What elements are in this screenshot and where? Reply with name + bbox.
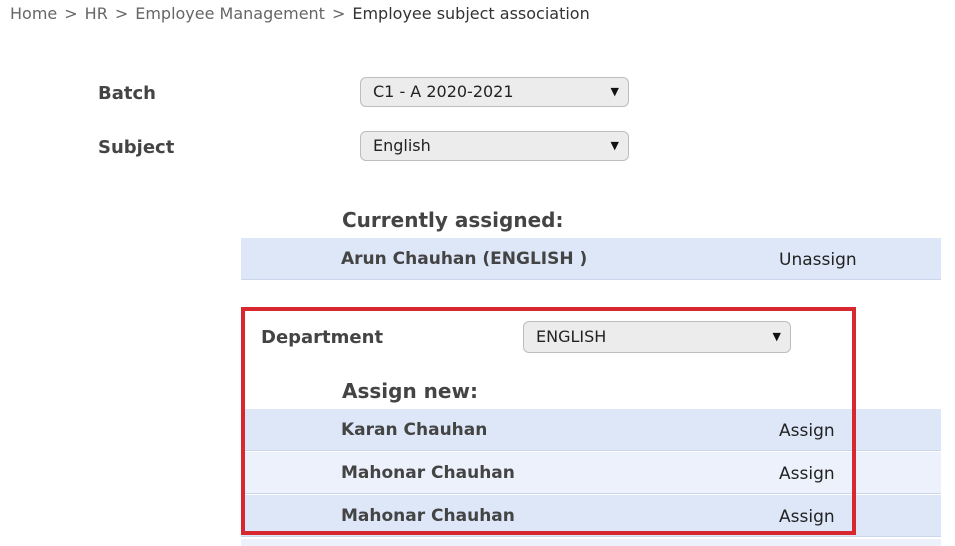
assign-button[interactable]: Assign bbox=[779, 507, 835, 527]
chevron-down-icon: ▼ bbox=[610, 139, 619, 152]
employee-name: Mahonar Chauhan bbox=[341, 463, 515, 483]
chevron-down-icon: ▼ bbox=[610, 85, 619, 98]
assign-button[interactable]: Assign bbox=[779, 464, 835, 484]
subject-select-value: English bbox=[373, 136, 431, 155]
breadcrumb-employee-management[interactable]: Employee Management bbox=[135, 4, 325, 23]
department-select-value: ENGLISH bbox=[536, 327, 607, 346]
department-select[interactable]: ENGLISH ▼ bbox=[523, 321, 791, 353]
breadcrumb-home[interactable]: Home bbox=[10, 4, 57, 23]
table-bottom-strip bbox=[241, 539, 941, 546]
batch-select[interactable]: C1 - A 2020-2021 ▼ bbox=[360, 77, 629, 107]
breadcrumb-separator: > bbox=[64, 4, 78, 23]
chevron-down-icon: ▼ bbox=[772, 330, 781, 343]
batch-label: Batch bbox=[98, 83, 156, 104]
employee-name: Karan Chauhan bbox=[341, 420, 488, 440]
subject-label: Subject bbox=[98, 137, 175, 158]
subject-select[interactable]: English ▼ bbox=[360, 131, 629, 161]
assign-row: Mahonar Chauhan Assign bbox=[241, 495, 941, 537]
currently-assigned-title: Currently assigned: bbox=[342, 208, 564, 232]
breadcrumb: Home > HR > Employee Management > Employee sub… bbox=[10, 4, 590, 23]
breadcrumb-current: Employee subject association bbox=[352, 4, 590, 23]
breadcrumb-hr[interactable]: HR bbox=[85, 4, 108, 23]
breadcrumb-separator: > bbox=[114, 4, 129, 23]
assign-new-title: Assign new: bbox=[342, 379, 478, 403]
department-label: Department bbox=[261, 327, 384, 348]
assign-row: Karan Chauhan Assign bbox=[241, 409, 941, 451]
batch-select-value: C1 - A 2020-2021 bbox=[373, 82, 514, 101]
assigned-row: Arun Chauhan (ENGLISH ) Unassign bbox=[241, 238, 941, 280]
assigned-employee-name: Arun Chauhan (ENGLISH ) bbox=[341, 249, 588, 269]
employee-name: Mahonar Chauhan bbox=[341, 506, 515, 526]
breadcrumb-separator: > bbox=[331, 4, 346, 23]
assign-row: Mahonar Chauhan Assign bbox=[241, 452, 941, 494]
assign-button[interactable]: Assign bbox=[779, 421, 835, 441]
unassign-button[interactable]: Unassign bbox=[779, 250, 857, 270]
